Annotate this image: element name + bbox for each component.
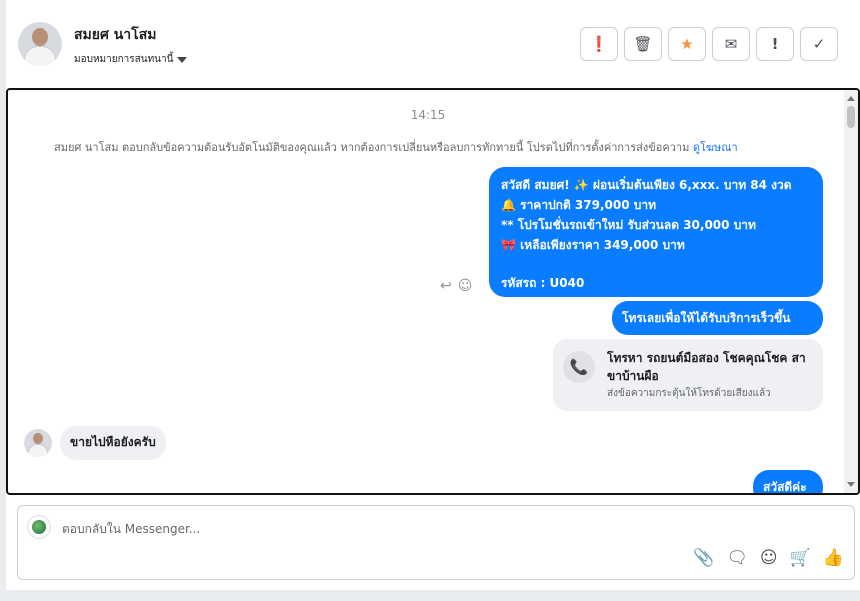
greeting-message[interactable]: สวัสดีค่ะ <box>753 470 823 493</box>
contact-name[interactable]: สมยศ นาโสม <box>74 24 156 46</box>
notice-text: สมยศ นาโสม ตอบกลับข้อความต้อนรับอัตโนมัต… <box>54 141 690 154</box>
avatar-head <box>33 433 43 444</box>
composer-toolbar: 📎 🗨 ☺ 🛒 👍 <box>693 548 844 568</box>
promo-line: 🎀 เหลือเพียงราคา 349,000 บาท <box>501 238 685 252</box>
page-avatar <box>27 515 51 539</box>
call-card-subtitle: ส่งข้อความกระตุ้นให้โทรด้วยเสียงแล้ว <box>607 388 771 399</box>
delete-button[interactable]: 🗑 <box>624 27 662 61</box>
exclamation-icon: ! <box>771 35 779 53</box>
alert-circle-icon: ❗ <box>589 35 609 53</box>
scroll-down-arrow-icon[interactable] <box>847 482 855 487</box>
thumbs-up-icon[interactable]: 👍 <box>823 548 844 568</box>
scrollbar[interactable] <box>844 90 858 493</box>
call-cta-message[interactable]: โทรเลยเพื่อให้ได้รับบริการเร็วขึ้น <box>612 301 823 335</box>
promo-line: ** โปรโมชั่นรถเข้าใหม่ รับส่วนลด 30,000 … <box>501 218 756 232</box>
mail-icon: ✉ <box>724 35 738 53</box>
page-logo-icon <box>32 520 46 534</box>
star-button[interactable]: ★ <box>668 27 706 61</box>
emoji-icon[interactable]: ☺ <box>760 548 778 568</box>
reply-icon[interactable]: ↩ <box>440 278 452 294</box>
smile-react-icon[interactable]: ☺ <box>458 278 473 294</box>
reply-input[interactable]: ตอบกลับใน Messenger... <box>62 520 200 539</box>
assign-label: มอบหมายการสนทนานี้ <box>74 54 174 65</box>
assign-conversation-dropdown[interactable]: มอบหมายการสนทนานี้ <box>74 52 188 67</box>
scroll-up-arrow-icon[interactable] <box>847 96 855 101</box>
avatar[interactable] <box>24 429 52 457</box>
avatar-body <box>24 46 56 66</box>
promo-line: 🔔 ราคาปกติ 379,000 บาท <box>501 198 657 212</box>
mark-unread-button[interactable]: ✉ <box>712 27 750 61</box>
caret-down-icon <box>177 56 188 63</box>
message-thread[interactable]: 14:15 สมยศ นาโสม ตอบกลับข้อความต้อนรับอั… <box>6 88 860 495</box>
promo-line: สวัสดี สมยศ! ✨ ผ่อนเริ่มต้นเพียง 6,xxx. … <box>501 178 792 192</box>
attachment-icon[interactable]: 📎 <box>693 548 714 568</box>
mark-done-button[interactable]: ✓ <box>800 27 838 61</box>
mark-spam-button[interactable]: ❗ <box>580 27 618 61</box>
view-ad-link[interactable]: ดูโฆษณา <box>693 141 738 154</box>
incoming-message[interactable]: ขายไปหือยังครับ <box>60 426 166 460</box>
car-code: รหัสรถ : U040 <box>501 276 585 290</box>
conversation-header: สมยศ นาโสม มอบหมายการสนทนานี้ ❗ 🗑 ★ ✉ ! … <box>6 0 860 88</box>
reply-composer[interactable]: ตอบกลับใน Messenger... 📎 🗨 ☺ 🛒 👍 <box>17 505 855 580</box>
call-card-title: โทรหา รถยนต์มือสอง โชคคุณโชค สาขาบ้านผือ <box>607 351 806 383</box>
avatar-head <box>32 28 48 46</box>
check-icon: ✓ <box>812 35 826 53</box>
follow-up-button[interactable]: ! <box>756 27 794 61</box>
avatar[interactable] <box>18 22 62 66</box>
message-timestamp: 14:15 <box>410 108 446 122</box>
phone-icon: 📞 <box>563 351 595 383</box>
trash-icon: 🗑 <box>633 35 653 53</box>
promo-message[interactable]: สวัสดี สมยศ! ✨ ผ่อนเริ่มต้นเพียง 6,xxx. … <box>489 167 823 297</box>
inbox-window: สมยศ นาโสม มอบหมายการสนทนานี้ ❗ 🗑 ★ ✉ ! … <box>0 0 860 590</box>
auto-reply-notice: สมยศ นาโสม ตอบกลับข้อความต้อนรับอัตโนมัต… <box>54 138 738 156</box>
star-icon: ★ <box>680 35 694 53</box>
saved-replies-icon[interactable]: 🗨 <box>726 548 748 568</box>
avatar-body <box>28 444 48 457</box>
header-toolbar: ❗ 🗑 ★ ✉ ! ✓ <box>580 27 838 61</box>
cart-icon[interactable]: 🛒 <box>790 548 811 568</box>
scroll-thumb[interactable] <box>847 106 855 128</box>
call-card[interactable]: 📞 โทรหา รถยนต์มือสอง โชคคุณโชค สาขาบ้านผ… <box>553 339 823 411</box>
message-actions: ↩ ☺ <box>440 278 472 294</box>
